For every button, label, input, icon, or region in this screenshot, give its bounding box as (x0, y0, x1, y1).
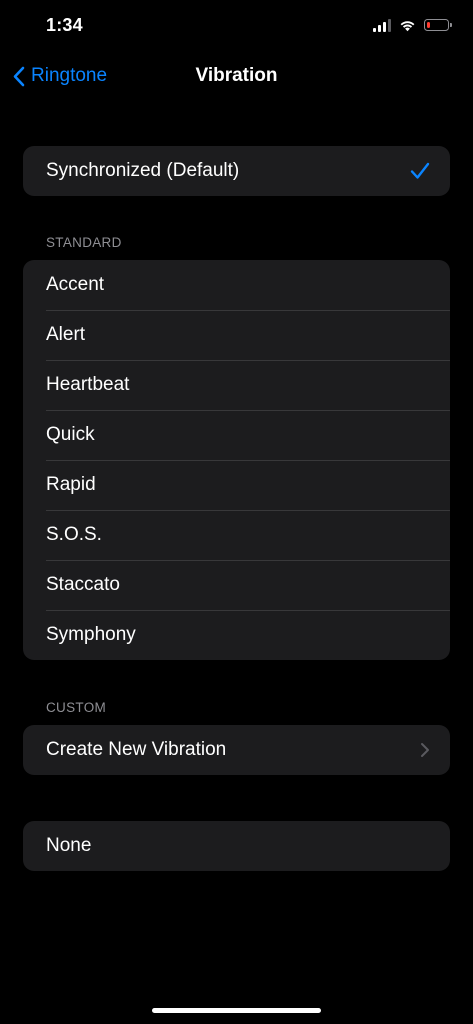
vibration-option-label: Accent (46, 274, 105, 295)
battery-level-fill (426, 21, 430, 28)
status-time: 1:34 (46, 15, 83, 35)
vibration-option-sos[interactable]: S.O.S. (23, 510, 450, 560)
vibration-option-label: Symphony (46, 624, 136, 645)
status-icons (373, 16, 452, 34)
checkmark-icon (410, 162, 430, 179)
navigation-bar: Ringtone Vibration (0, 52, 473, 100)
vibration-option-heartbeat[interactable]: Heartbeat (23, 360, 450, 410)
vibration-option-accent[interactable]: Accent (23, 260, 450, 310)
vibration-option-label: Rapid (46, 474, 96, 495)
battery-icon (424, 19, 452, 31)
vibration-option-none[interactable]: None (23, 821, 450, 871)
vibration-option-quick[interactable]: Quick (23, 410, 450, 460)
chevron-right-icon (421, 743, 429, 757)
section-header-custom: CUSTOM (46, 700, 107, 715)
custom-vibrations-group: Create New Vibration (23, 725, 450, 775)
vibration-option-label: Alert (46, 324, 86, 345)
create-new-vibration-button[interactable]: Create New Vibration (23, 725, 450, 775)
chevron-left-icon (13, 66, 25, 86)
vibration-option-label: Synchronized (Default) (46, 160, 240, 181)
vibration-option-label: Quick (46, 424, 95, 445)
none-vibration-group: None (23, 821, 450, 871)
vibration-option-label: Staccato (46, 574, 120, 595)
vibration-option-label: S.O.S. (46, 524, 102, 545)
vibration-option-label: None (46, 835, 92, 856)
back-button[interactable]: Ringtone (12, 52, 107, 100)
vibration-option-label: Heartbeat (46, 374, 130, 395)
back-button-label: Ringtone (31, 65, 108, 86)
wifi-icon (400, 20, 415, 31)
vibration-option-synchronized[interactable]: Synchronized (Default) (23, 146, 450, 196)
standard-vibrations-group: Accent Alert Heartbeat Quick Rapid S.O.S… (23, 260, 450, 660)
vibration-option-rapid[interactable]: Rapid (23, 460, 450, 510)
vibration-option-symphony[interactable]: Symphony (23, 610, 450, 660)
home-indicator[interactable] (152, 1008, 321, 1013)
status-bar: 1:34 (0, 0, 473, 52)
section-header-standard: STANDARD (46, 235, 122, 250)
vibration-option-alert[interactable]: Alert (23, 310, 450, 360)
vibration-option-staccato[interactable]: Staccato (23, 560, 450, 610)
cellular-signal-icon (373, 18, 391, 32)
create-new-vibration-label: Create New Vibration (46, 739, 227, 760)
default-vibration-group: Synchronized (Default) (23, 146, 450, 196)
